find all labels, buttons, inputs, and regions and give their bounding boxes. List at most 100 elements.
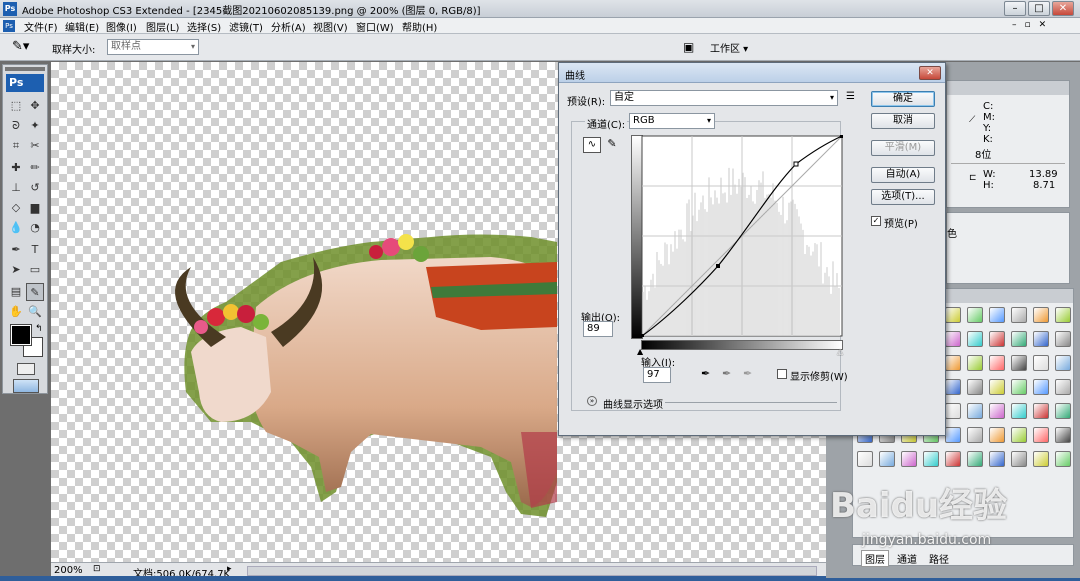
menu-analysis[interactable]: 分析(A) [271,19,306,34]
workspace-button[interactable]: 工作区 ▾ [710,40,748,55]
style-swatch[interactable] [967,307,983,323]
style-swatch[interactable] [1033,403,1049,419]
ok-button[interactable]: 确定 [871,91,935,107]
crop-tool-icon[interactable]: ⌗ [7,137,25,155]
style-swatch[interactable] [945,331,961,347]
zoom-tool-icon[interactable]: 🔍 [26,303,44,321]
style-swatch[interactable] [1033,307,1049,323]
preset-select[interactable]: 自定 ▾ [610,90,838,106]
history-brush-tool-icon[interactable]: ↺ [26,179,44,197]
options-button[interactable]: 选项(T)... [871,189,935,205]
preset-options-icon[interactable]: ☰ [846,91,855,102]
style-swatch[interactable] [1055,331,1071,347]
cancel-button[interactable]: 取消 [871,113,935,129]
style-swatch[interactable] [989,403,1005,419]
foreground-color-swatch[interactable] [10,324,32,346]
zoom-level[interactable]: 200% [54,565,83,576]
quick-mask-icon[interactable] [17,363,35,375]
dialog-close-button[interactable]: ✕ [919,66,941,80]
curves-graph[interactable] [641,135,843,339]
maximize-button[interactable]: □ [1028,1,1050,16]
palette-well-icon[interactable]: ▣ [683,40,694,54]
auto-button[interactable]: 自动(A) [871,167,935,183]
hand-tool-icon[interactable]: ✋ [7,303,25,321]
style-swatch[interactable] [857,451,873,467]
blur-tool-icon[interactable]: 💧 [7,219,25,237]
style-swatch[interactable] [967,427,983,443]
style-swatch[interactable] [967,379,983,395]
curve-display-options-label[interactable]: 曲线显示选项 [603,396,663,411]
style-swatch[interactable] [1011,403,1027,419]
style-swatch[interactable] [989,379,1005,395]
style-swatch[interactable] [967,451,983,467]
white-eyedropper-icon[interactable]: ✒ [743,367,752,380]
status-menu-icon[interactable]: ⊡ [93,564,101,574]
curve-point-white[interactable] [840,135,843,138]
style-swatch[interactable] [967,403,983,419]
style-swatch[interactable] [967,331,983,347]
expand-chevron-icon[interactable]: » [587,396,597,406]
style-swatch[interactable] [1033,451,1049,467]
menu-window[interactable]: 窗口(W) [356,19,394,34]
style-swatch[interactable] [1011,427,1027,443]
menu-edit[interactable]: 编辑(E) [65,19,99,34]
toolbox-grip[interactable] [5,67,45,71]
menu-layer[interactable]: 图层(L) [146,19,179,34]
style-swatch[interactable] [1011,307,1027,323]
menu-help[interactable]: 帮助(H) [402,19,437,34]
style-swatch[interactable] [1033,379,1049,395]
tab-paths[interactable]: 路径 [929,551,949,566]
tab-layers[interactable]: 图层 [861,550,889,567]
style-swatch[interactable] [945,355,961,371]
eraser-tool-icon[interactable]: ◇ [7,199,25,217]
ps-logo[interactable]: Ps [6,74,44,92]
white-point-slider[interactable]: △ [837,347,843,356]
style-swatch[interactable] [945,379,961,395]
eyedropper-tool-icon[interactable]: ✎ [26,283,44,301]
style-swatch[interactable] [879,451,895,467]
style-swatch[interactable] [901,451,917,467]
move-tool-icon[interactable]: ✥ [26,97,44,115]
style-swatch[interactable] [967,355,983,371]
smooth-button[interactable]: 平滑(M) [871,140,935,156]
input-value-field[interactable]: 97 [643,367,671,383]
lasso-tool-icon[interactable]: ᘐ [7,117,25,135]
gradient-tool-icon[interactable]: ▆ [26,199,44,217]
style-swatch[interactable] [1011,331,1027,347]
menu-filter[interactable]: 滤镜(T) [229,19,263,34]
style-swatch[interactable] [1055,403,1071,419]
notes-tool-icon[interactable]: ▤ [7,283,25,301]
screen-mode-icon[interactable] [13,379,39,393]
marquee-tool-icon[interactable]: ⬚ [7,97,25,115]
style-swatch[interactable] [1033,331,1049,347]
gray-eyedropper-icon[interactable]: ✒ [722,367,731,380]
slice-tool-icon[interactable]: ✂ [26,137,44,155]
style-swatch[interactable] [923,451,939,467]
path-selection-tool-icon[interactable]: ➤ [7,261,25,279]
dodge-tool-icon[interactable]: ◔ [26,219,44,237]
output-value-field[interactable]: 89 [583,321,613,337]
style-swatch[interactable] [1055,451,1071,467]
pencil-draw-tool-icon[interactable]: ✎ [604,137,620,153]
ps-menu-icon[interactable]: Ps [3,20,15,32]
menu-select[interactable]: 选择(S) [187,19,221,34]
eyedropper-tool-preset-icon[interactable]: ✎▾ [12,39,29,54]
style-swatch[interactable] [1055,427,1071,443]
menu-file[interactable]: 文件(F) [24,19,58,34]
style-swatch[interactable] [1033,427,1049,443]
brush-tool-icon[interactable]: ✏ [26,159,44,177]
black-eyedropper-icon[interactable]: ✒ [701,367,710,380]
style-swatch[interactable] [945,451,961,467]
style-swatch[interactable] [989,307,1005,323]
dialog-titlebar[interactable]: 曲线 ✕ [559,63,945,83]
horizontal-scrollbar[interactable] [247,566,817,576]
style-swatch[interactable] [989,451,1005,467]
show-clipping-checkbox[interactable] [777,369,787,379]
menu-image[interactable]: 图像(I) [106,19,137,34]
style-swatch[interactable] [1011,379,1027,395]
style-swatch[interactable] [1055,355,1071,371]
style-swatch[interactable] [945,403,961,419]
close-button[interactable]: ✕ [1052,1,1074,16]
preview-checkbox[interactable]: ✓ [871,216,881,226]
style-swatch[interactable] [945,427,961,443]
